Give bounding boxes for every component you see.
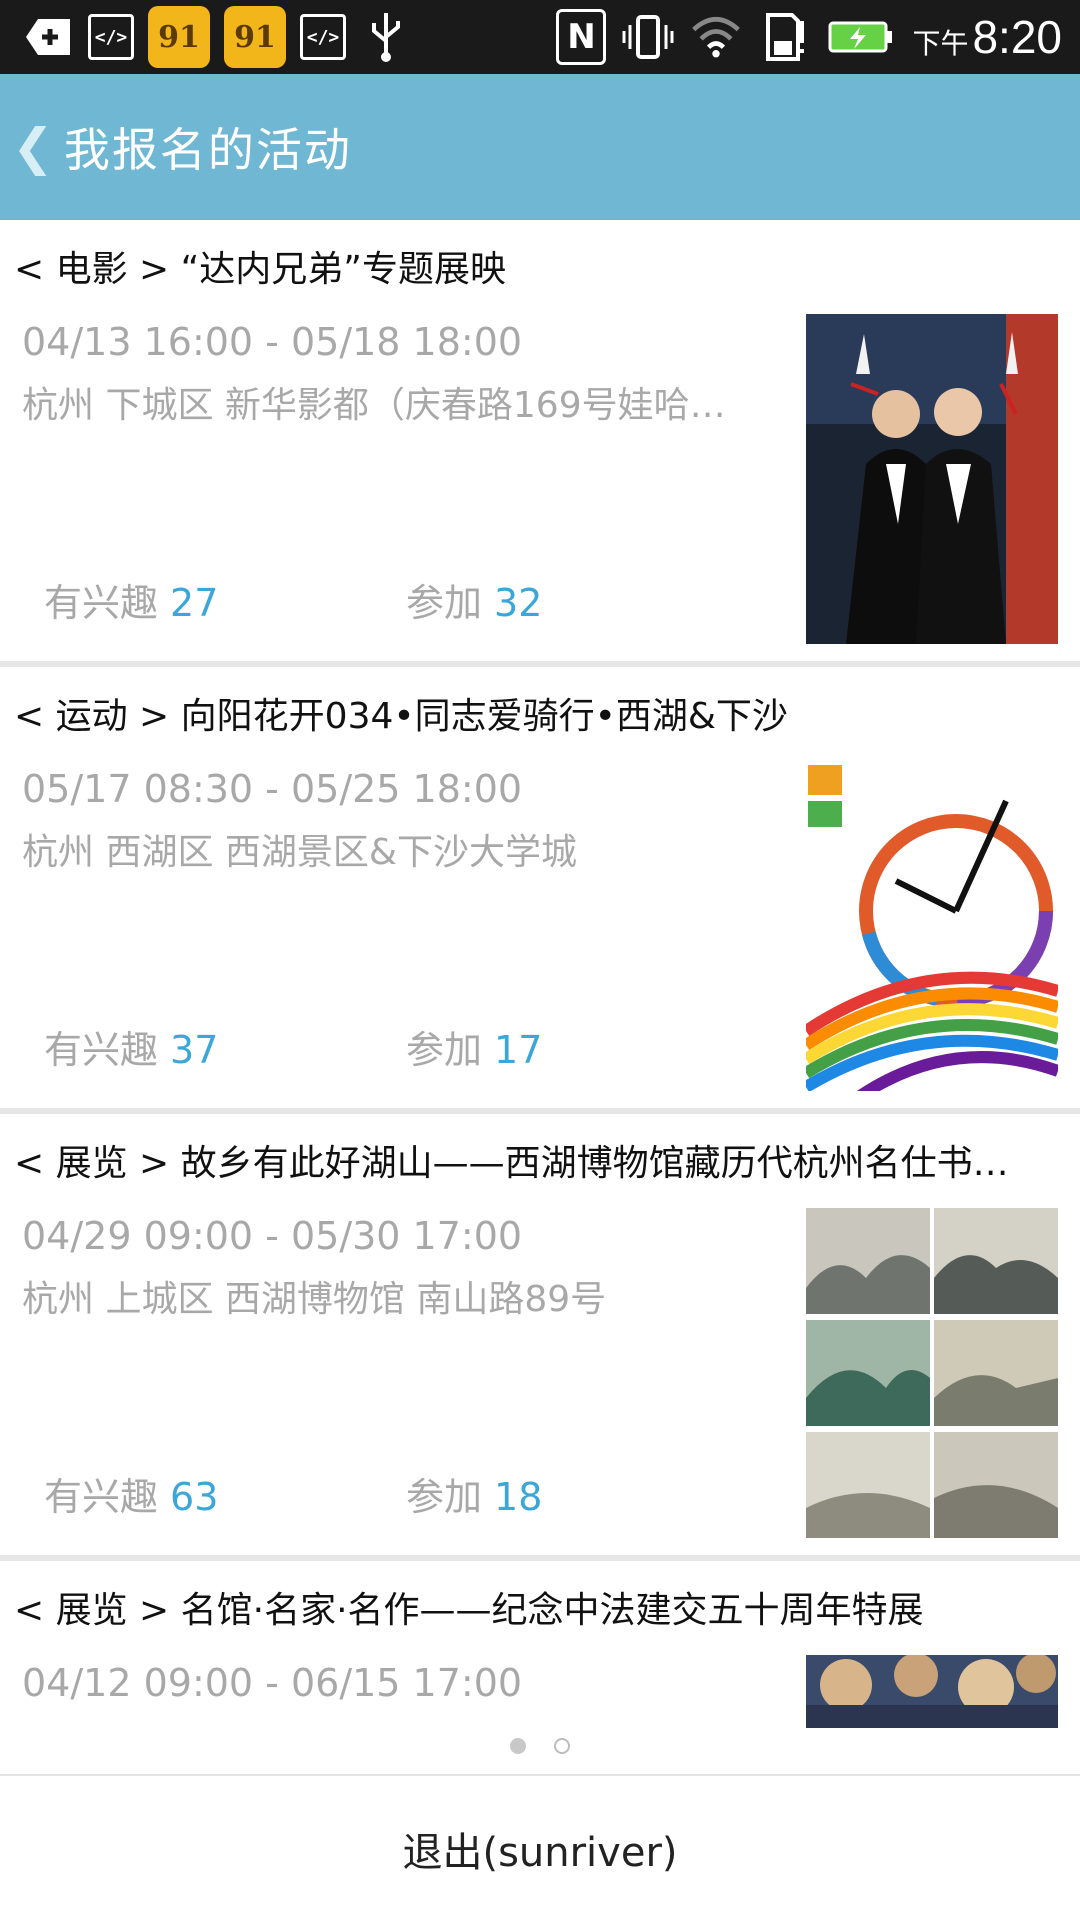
- activity-time: 04/12 09:00 - 06/15 17:00: [22, 1661, 523, 1705]
- activity-location: 杭州 西湖区 西湖景区&下沙大学城: [22, 832, 577, 873]
- activity-title: < 运动 > 向阳花开034•同志爱骑行•西湖&下沙: [14, 696, 788, 737]
- page-dot-active[interactable]: [510, 1738, 526, 1754]
- wifi-icon: [690, 11, 742, 63]
- activity-time: 04/29 09:00 - 05/30 17:00: [22, 1214, 523, 1258]
- page-title: 我报名的活动: [63, 123, 352, 177]
- join-count: 17: [494, 1028, 543, 1072]
- activity-thumbnail: [806, 761, 1058, 1091]
- interest-stat: 有兴趣 27: [44, 581, 219, 625]
- activity-list[interactable]: < 电影 > “达内兄弟”专题展映 04/13 16:00 - 05/18 18…: [0, 220, 1080, 1728]
- status-bar: </> 91 91 </> N 下午8:20: [0, 0, 1080, 74]
- activity-title: < 电影 > “达内兄弟”专题展映: [14, 249, 506, 290]
- join-count: 32: [494, 581, 543, 625]
- app-icon: 91: [148, 6, 210, 68]
- nfc-icon: N: [556, 9, 607, 65]
- join-count: 18: [494, 1475, 543, 1519]
- back-button[interactable]: ❮: [12, 118, 54, 176]
- activity-title: < 展览 > 故乡有此好湖山——西湖博物馆藏历代杭州名仕书…: [14, 1143, 1009, 1184]
- activity-time: 04/13 16:00 - 05/18 18:00: [22, 320, 523, 364]
- interest-count: 63: [170, 1475, 219, 1519]
- sd-card-icon: [758, 11, 810, 63]
- page-dot[interactable]: [554, 1738, 570, 1754]
- activity-thumbnail: [806, 1655, 1058, 1728]
- activity-location: 杭州 上城区 西湖博物馆 南山路89号: [22, 1279, 607, 1320]
- interest-count: 37: [170, 1028, 219, 1072]
- activity-thumbnail: [806, 314, 1058, 644]
- footer: 退出(sunriver): [0, 1774, 1080, 1922]
- list-item[interactable]: < 展览 > 名馆·名家·名作——纪念中法建交五十周年特展 04/12 09:0…: [0, 1561, 1080, 1728]
- dev-icon: </>: [88, 14, 134, 60]
- clock: 下午8:20: [912, 11, 1062, 63]
- page-indicator: [0, 1738, 1080, 1768]
- usb-icon: [360, 11, 412, 63]
- app-icon: 91: [224, 6, 286, 68]
- join-stat: 参加 32: [406, 581, 543, 625]
- add-icon: [22, 11, 74, 63]
- activity-time: 05/17 08:30 - 05/25 18:00: [22, 767, 523, 811]
- app-header: ❮ 我报名的活动: [0, 74, 1080, 220]
- activity-location: 杭州 下城区 新华影都（庆春路169号娃哈…: [22, 385, 726, 426]
- interest-count: 27: [170, 581, 219, 625]
- join-stat: 参加 17: [406, 1028, 543, 1072]
- activity-thumbnail: [806, 1208, 1058, 1538]
- dev-icon: </>: [300, 14, 346, 60]
- join-stat: 参加 18: [406, 1475, 543, 1519]
- list-item[interactable]: < 电影 > “达内兄弟”专题展映 04/13 16:00 - 05/18 18…: [0, 220, 1080, 667]
- list-item[interactable]: < 运动 > 向阳花开034•同志爱骑行•西湖&下沙 05/17 08:30 -…: [0, 667, 1080, 1114]
- list-item[interactable]: < 展览 > 故乡有此好湖山——西湖博物馆藏历代杭州名仕书… 04/29 09:…: [0, 1114, 1080, 1561]
- interest-stat: 有兴趣 63: [44, 1475, 219, 1519]
- battery-icon: [826, 11, 896, 63]
- vibrate-icon: [622, 11, 674, 63]
- activity-title: < 展览 > 名馆·名家·名作——纪念中法建交五十周年特展: [14, 1590, 924, 1631]
- interest-stat: 有兴趣 37: [44, 1028, 219, 1072]
- logout-button[interactable]: 退出(sunriver): [396, 1819, 683, 1879]
